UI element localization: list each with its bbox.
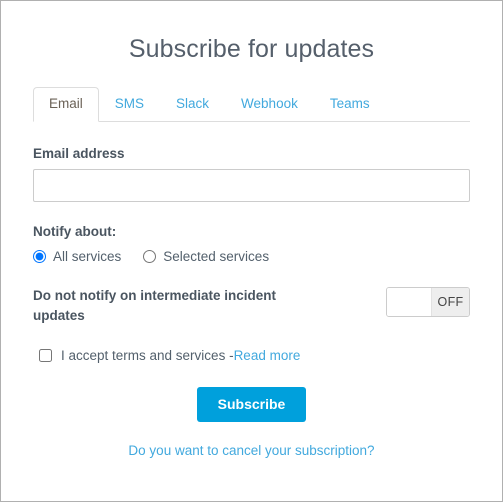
read-more-link[interactable]: Read more (234, 348, 301, 363)
radio-all-services-label: All services (53, 249, 122, 264)
tab-sms[interactable]: SMS (99, 87, 160, 121)
subscribe-button[interactable]: Subscribe (196, 387, 307, 422)
toggle-knob (387, 288, 432, 316)
subscribe-page: Subscribe for updates Email SMS Slack We… (0, 0, 503, 502)
terms-row: I accept terms and services - Read more (39, 348, 470, 363)
radio-selected-services-input[interactable] (143, 250, 157, 263)
tab-teams[interactable]: Teams (314, 87, 386, 121)
notify-about-radio-group: All services Selected services (33, 249, 470, 264)
radio-selected-services-label: Selected services (163, 249, 270, 264)
radio-selected-services[interactable]: Selected services (143, 249, 269, 264)
tab-email-label: Email (49, 96, 83, 111)
radio-all-services-input[interactable] (33, 250, 46, 263)
tab-email[interactable]: Email (33, 87, 99, 122)
email-address-label: Email address (33, 146, 125, 161)
tab-slack-label: Slack (176, 96, 210, 111)
tab-slack[interactable]: Slack (160, 87, 225, 121)
intermediate-updates-row: Do not notify on intermediate incident u… (33, 286, 470, 326)
submit-area: Subscribe (33, 387, 470, 422)
radio-all-services[interactable]: All services (33, 249, 121, 264)
tab-webhook-label: Webhook (241, 96, 298, 111)
tab-sms-label: SMS (114, 96, 145, 111)
page-title: Subscribe for updates (128, 35, 375, 63)
cancel-area: Do you want to cancel your subscription? (33, 442, 470, 460)
notify-about-label: Notify about: (33, 224, 117, 239)
intermediate-updates-toggle[interactable]: OFF (386, 287, 470, 317)
email-input[interactable] (33, 169, 470, 202)
channel-tabs: Email SMS Slack Webhook Teams (33, 87, 470, 122)
tab-teams-label: Teams (329, 96, 370, 111)
accept-terms-label: I accept terms and services - (61, 348, 234, 363)
cancel-subscription-link[interactable]: Do you want to cancel your subscription? (128, 443, 374, 458)
toggle-state-label: OFF (432, 288, 469, 316)
accept-terms-checkbox[interactable] (39, 349, 52, 362)
page-content: Subscribe for updates Email SMS Slack We… (1, 1, 502, 460)
tab-webhook[interactable]: Webhook (225, 87, 314, 121)
intermediate-updates-label: Do not notify on intermediate incident u… (33, 288, 276, 323)
